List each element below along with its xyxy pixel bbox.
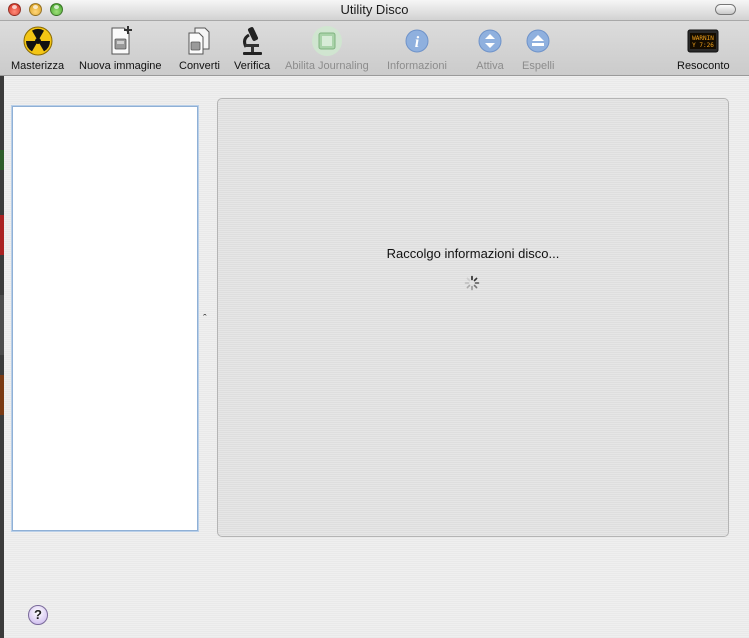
details-panel: Raccolgo informazioni disco...	[217, 98, 729, 537]
log-label: Resoconto	[677, 60, 730, 72]
log-icon: WARNIN Y 7:26	[687, 29, 719, 53]
toolbar: Masterizza Nuova immagine Converti Verif…	[0, 21, 749, 76]
convert-button[interactable]: Converti	[179, 25, 220, 72]
log-button[interactable]: WARNIN Y 7:26 Resoconto	[677, 25, 730, 72]
new-image-icon	[111, 26, 133, 55]
window-title: Utility Disco	[340, 2, 409, 17]
verify-button[interactable]: Verifica	[234, 25, 270, 72]
split-view-handle[interactable]: ˆ	[203, 313, 207, 325]
burn-icon	[23, 26, 53, 56]
burn-label: Masterizza	[11, 60, 65, 72]
help-button[interactable]: ?	[28, 605, 48, 625]
title-bar: Utility Disco	[0, 0, 749, 21]
eject-label: Espelli	[522, 60, 555, 72]
mount-label: Attiva	[476, 60, 504, 72]
info-label: Informazioni	[387, 60, 447, 72]
verify-label: Verifica	[234, 60, 271, 72]
progress-spinner-icon	[464, 275, 480, 291]
status-message: Raccolgo informazioni disco...	[386, 246, 560, 261]
convert-label: Converti	[179, 60, 220, 72]
desktop-background-strip	[0, 75, 4, 638]
new-image-label: Nuova immagine	[79, 60, 162, 72]
toolbar-toggle-button[interactable]	[715, 4, 736, 15]
enable-journaling-label: Abilita Journaling	[285, 60, 369, 72]
burn-button[interactable]: Masterizza	[11, 25, 64, 72]
info-button[interactable]: i Informazioni	[387, 25, 447, 72]
svg-text:WARNIN: WARNIN	[692, 35, 714, 42]
disk-utility-window: Utility Disco Masterizza Nuova immagine	[0, 0, 749, 638]
svg-text:Y 7:26: Y 7:26	[692, 42, 714, 49]
mount-button[interactable]: Attiva	[474, 25, 506, 72]
eject-icon	[526, 29, 550, 53]
mount-icon	[478, 29, 502, 53]
new-image-button[interactable]: Nuova immagine	[79, 25, 162, 72]
journaling-icon	[311, 26, 342, 56]
eject-button[interactable]: Espelli	[522, 25, 554, 72]
svg-text:i: i	[415, 34, 420, 51]
microscope-icon	[243, 27, 263, 55]
disk-list[interactable]	[12, 106, 198, 531]
enable-journaling-button[interactable]: Abilita Journaling	[285, 25, 369, 72]
convert-icon	[188, 27, 210, 55]
info-icon: i	[405, 29, 429, 53]
